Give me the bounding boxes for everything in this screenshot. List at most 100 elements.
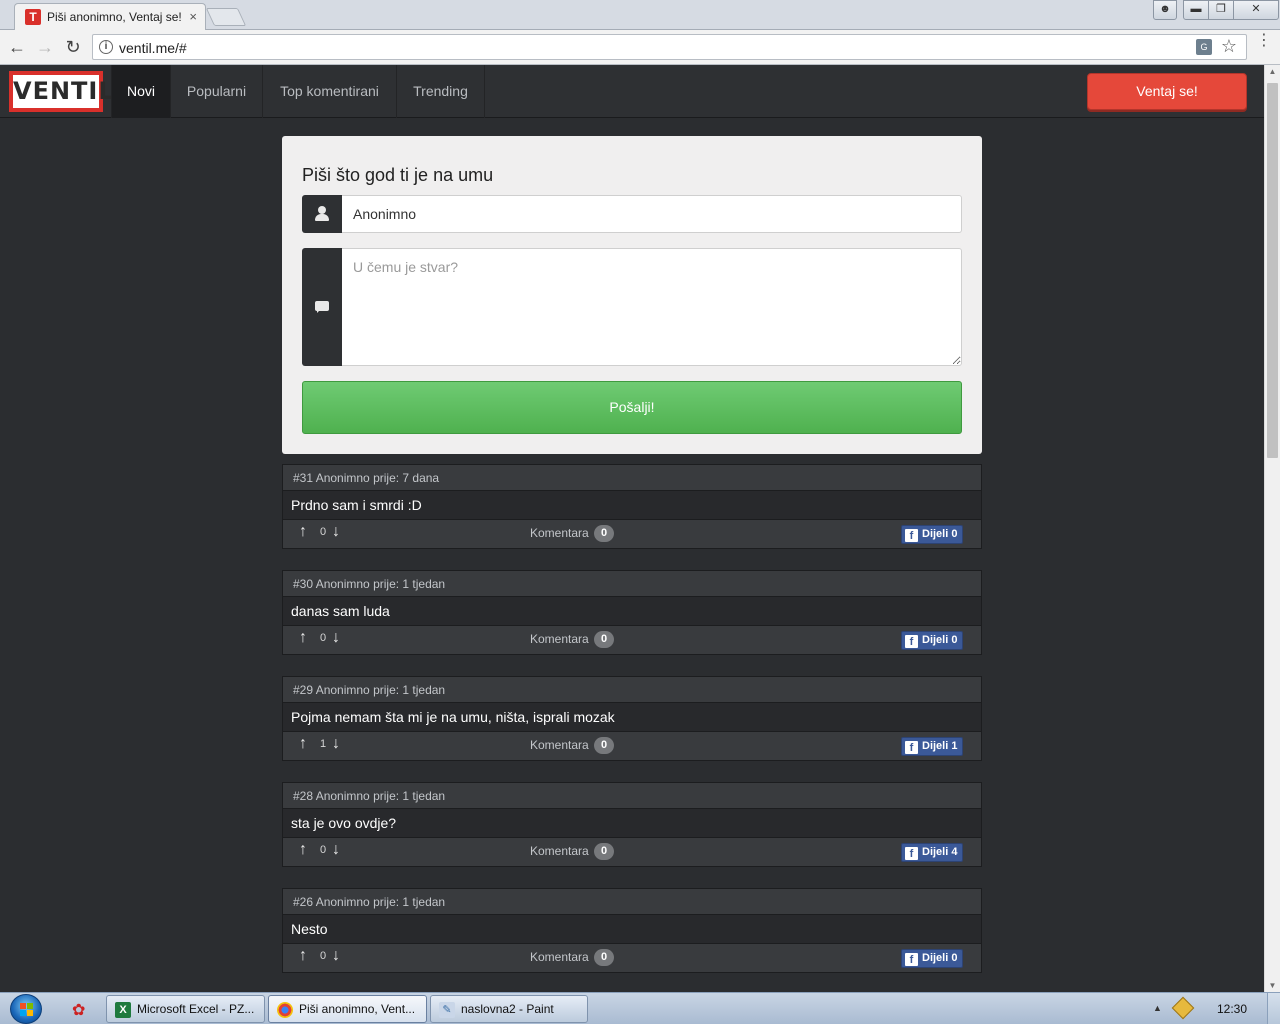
nav-top-komentirani[interactable]: Top komentirani — [263, 65, 397, 118]
scrollbar-thumb[interactable] — [1267, 83, 1278, 458]
post-meta: #31 Anonimno prije: 7 dana — [283, 465, 981, 491]
os-taskbar: ✿ X Microsoft Excel - PZ... Piši anonimn… — [0, 992, 1280, 1024]
downvote-arrow-icon[interactable]: ↓ — [332, 629, 340, 647]
downvote-arrow-icon[interactable]: ↓ — [332, 841, 340, 859]
browser-tab[interactable]: T Piši anonimno, Ventaj se! × — [14, 3, 206, 30]
bookmark-star-icon[interactable]: ☆ — [1221, 36, 1237, 57]
post-footer: ↑ 0 ↓ Komentara 0 f Dijeli 4 — [283, 837, 981, 866]
taskbar-excel[interactable]: X Microsoft Excel - PZ... — [106, 995, 265, 1023]
facebook-share-button[interactable]: f Dijeli 0 — [901, 631, 964, 650]
post-text: sta je ovo ovdje? — [283, 809, 981, 837]
translate-icon[interactable]: G — [1196, 39, 1212, 55]
minimize-button[interactable]: ▬ — [1183, 0, 1209, 20]
comments-count-badge[interactable]: 0 — [594, 843, 614, 860]
vote-count: 0 — [320, 526, 327, 538]
vote-count: 0 — [320, 632, 327, 644]
facebook-share-button[interactable]: f Dijeli 0 — [901, 525, 964, 544]
post-meta: #29 Anonimno prije: 1 tjedan — [283, 677, 981, 703]
vent-button[interactable]: Ventaj se! — [1087, 73, 1247, 110]
facebook-share-button[interactable]: f Dijeli 1 — [901, 737, 964, 756]
post-text: Nesto — [283, 915, 981, 943]
name-addon — [302, 195, 342, 233]
facebook-icon: f — [905, 529, 918, 542]
show-desktop-button[interactable] — [1267, 993, 1280, 1024]
post-footer: ↑ 1 ↓ Komentara 0 f Dijeli 1 — [283, 731, 981, 760]
post-text: Pojma nemam šta mi je na umu, ništa, isp… — [283, 703, 981, 731]
post-card: #31 Anonimno prije: 7 dana Prdno sam i s… — [282, 464, 982, 549]
chat-bubble-icon — [315, 301, 329, 313]
submit-button[interactable]: Pošalji! — [302, 381, 962, 434]
scroll-up-icon[interactable]: ▲ — [1265, 67, 1280, 76]
comments-count-badge[interactable]: 0 — [594, 949, 614, 966]
comments-count-badge[interactable]: 0 — [594, 737, 614, 754]
downvote-arrow-icon[interactable]: ↓ — [332, 947, 340, 965]
post-meta: #26 Anonimno prije: 1 tjedan — [283, 889, 981, 915]
profile-icon[interactable]: ☻ — [1153, 0, 1177, 20]
page-scrollbar[interactable]: ▲ ▼ — [1264, 65, 1280, 992]
upvote-arrow-icon[interactable]: ↑ — [299, 841, 307, 859]
comments-count-badge[interactable]: 0 — [594, 631, 614, 648]
message-textarea[interactable] — [342, 248, 962, 366]
reload-icon[interactable]: ↻ — [62, 36, 84, 58]
nav-novi[interactable]: Novi — [111, 65, 171, 118]
share-label: Dijeli 0 — [922, 528, 958, 540]
tab-close-icon[interactable]: × — [189, 9, 197, 24]
comments-count-badge[interactable]: 0 — [594, 525, 614, 542]
system-clock[interactable]: 12:30 — [1204, 1002, 1260, 1016]
upvote-arrow-icon[interactable]: ↑ — [299, 629, 307, 647]
post-card: #26 Anonimno prije: 1 tjedan Nesto ↑ 0 ↓… — [282, 888, 982, 973]
scroll-down-icon[interactable]: ▼ — [1265, 981, 1280, 990]
nav-popularni[interactable]: Popularni — [171, 65, 263, 118]
post-text: Prdno sam i smrdi :D — [283, 491, 981, 519]
tray-app-icon[interactable] — [1171, 996, 1195, 1020]
browser-menu-icon[interactable]: ⋮ — [1256, 33, 1272, 49]
taskbar-label: Piši anonimno, Vent... — [299, 1002, 416, 1016]
post-footer: ↑ 0 ↓ Komentara 0 f Dijeli 0 — [283, 625, 981, 654]
pinned-app-icon[interactable]: ✿ — [72, 1000, 92, 1019]
downvote-arrow-icon[interactable]: ↓ — [332, 735, 340, 753]
post-text: danas sam luda — [283, 597, 981, 625]
address-bar[interactable]: i ventil.me/# G ☆ — [92, 34, 1247, 60]
downvote-arrow-icon[interactable]: ↓ — [332, 523, 340, 541]
form-title: Piši što god ti je na umu — [302, 165, 494, 185]
close-window-button[interactable]: ✕ — [1233, 0, 1279, 20]
comments-link[interactable]: Komentara — [530, 844, 589, 858]
info-icon[interactable]: i — [99, 40, 113, 54]
post-footer: ↑ 0 ↓ Komentara 0 f Dijeli 0 — [283, 519, 981, 548]
facebook-icon: f — [905, 953, 918, 966]
vote-count: 0 — [320, 950, 327, 962]
upvote-arrow-icon[interactable]: ↑ — [299, 947, 307, 965]
comments-link[interactable]: Komentara — [530, 526, 589, 540]
logo-text: VENTIL — [13, 75, 114, 108]
facebook-share-button[interactable]: f Dijeli 4 — [901, 843, 964, 862]
share-label: Dijeli 4 — [922, 846, 958, 858]
windows-logo-icon — [10, 994, 42, 1024]
share-label: Dijeli 0 — [922, 952, 958, 964]
comments-link[interactable]: Komentara — [530, 738, 589, 752]
upvote-arrow-icon[interactable]: ↑ — [299, 523, 307, 541]
share-label: Dijeli 1 — [922, 740, 958, 752]
comments-link[interactable]: Komentara — [530, 632, 589, 646]
tab-title: Piši anonimno, Ventaj se! — [47, 10, 182, 24]
post-list: #31 Anonimno prije: 7 dana Prdno sam i s… — [282, 464, 982, 994]
site-logo[interactable]: VENTIL — [9, 71, 114, 112]
forward-arrow-icon[interactable]: → — [34, 36, 56, 58]
taskbar-paint[interactable]: ✎ naslovna2 - Paint — [430, 995, 588, 1023]
name-input[interactable] — [342, 195, 962, 233]
facebook-share-button[interactable]: f Dijeli 0 — [901, 949, 964, 968]
message-addon — [302, 248, 342, 366]
facebook-icon: f — [905, 847, 918, 860]
restore-button[interactable]: ❐ — [1208, 0, 1234, 20]
excel-icon: X — [115, 1002, 131, 1018]
nav-trending[interactable]: Trending — [397, 65, 485, 118]
vote-count: 1 — [320, 738, 327, 750]
taskbar-label: Microsoft Excel - PZ... — [137, 1002, 255, 1016]
show-hidden-icons-icon[interactable]: ▲ — [1153, 1003, 1162, 1013]
comments-link[interactable]: Komentara — [530, 950, 589, 964]
taskbar-chrome[interactable]: Piši anonimno, Vent... — [268, 995, 427, 1023]
url-text[interactable]: ventil.me/# — [119, 40, 187, 56]
back-arrow-icon[interactable]: ← — [6, 36, 28, 58]
upvote-arrow-icon[interactable]: ↑ — [299, 735, 307, 753]
start-button[interactable] — [6, 993, 46, 1024]
new-tab-button[interactable] — [205, 8, 247, 26]
